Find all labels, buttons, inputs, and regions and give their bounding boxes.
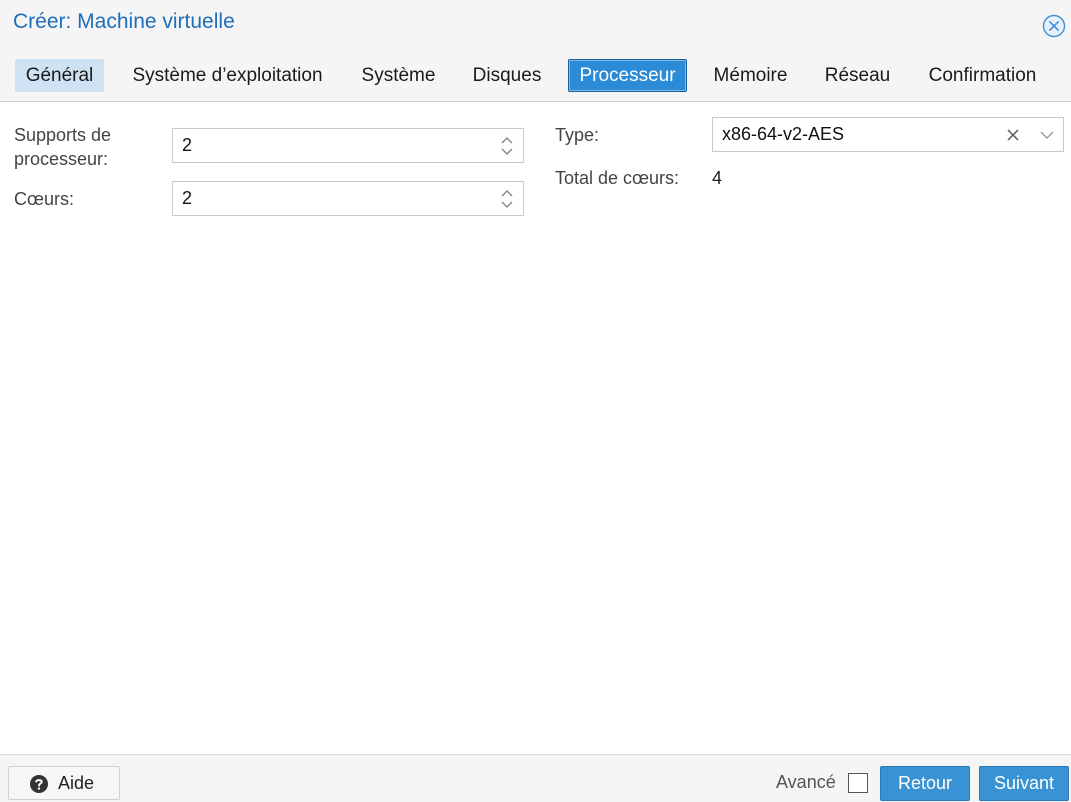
sockets-value: 2: [182, 135, 193, 155]
help-label: Aide: [58, 773, 95, 793]
cpu-type-value: x86-64-v2-AES: [722, 124, 845, 144]
tab-system[interactable]: Système: [351, 59, 446, 92]
dialog-title: Créer: Machine virtuelle: [13, 10, 235, 33]
x-icon[interactable]: [1005, 127, 1021, 143]
cpu-type-combobox[interactable]: x86-64-v2-AES: [712, 117, 1064, 152]
cores-value: 2: [182, 188, 193, 208]
dialog-header: Créer: Machine virtuelle: [0, 0, 1071, 48]
tab-confirmation[interactable]: Confirmation: [917, 59, 1048, 92]
next-button[interactable]: Suivant: [979, 766, 1069, 801]
advanced-checkbox[interactable]: [848, 773, 868, 793]
sockets-label-line1: Supports de: [14, 125, 112, 145]
dialog-footer: Aide Avancé Retour Suivant: [0, 754, 1071, 802]
tab-os[interactable]: Système d’exploitation: [120, 59, 335, 92]
chevron-down-icon[interactable]: [1039, 129, 1055, 141]
tab-processor[interactable]: Processeur: [568, 59, 687, 92]
total-cores-label: Total de cœurs:: [555, 168, 680, 188]
total-cores-value: 4: [712, 168, 723, 188]
question-circle-icon: [30, 775, 48, 793]
up-down-chevron-icon[interactable]: [499, 134, 515, 158]
type-label: Type:: [555, 125, 600, 145]
sockets-label-line2: processeur:: [14, 149, 109, 169]
sockets-spinner[interactable]: 2: [172, 128, 524, 163]
up-down-chevron-icon[interactable]: [499, 187, 515, 211]
wizard-tab-bar: Général Système d’exploitation Système D…: [0, 48, 1071, 102]
advanced-label: Avancé: [776, 772, 836, 792]
close-icon[interactable]: [1042, 14, 1066, 38]
tab-disks[interactable]: Disques: [462, 59, 552, 92]
tab-network[interactable]: Réseau: [814, 59, 901, 92]
tab-memory[interactable]: Mémoire: [703, 59, 798, 92]
tab-general[interactable]: Général: [15, 59, 104, 92]
cores-label: Cœurs:: [14, 189, 74, 209]
sockets-label: Supports de processeur:: [14, 123, 111, 171]
help-button[interactable]: Aide: [8, 766, 120, 800]
back-button[interactable]: Retour: [880, 766, 970, 801]
cores-spinner[interactable]: 2: [172, 181, 524, 216]
